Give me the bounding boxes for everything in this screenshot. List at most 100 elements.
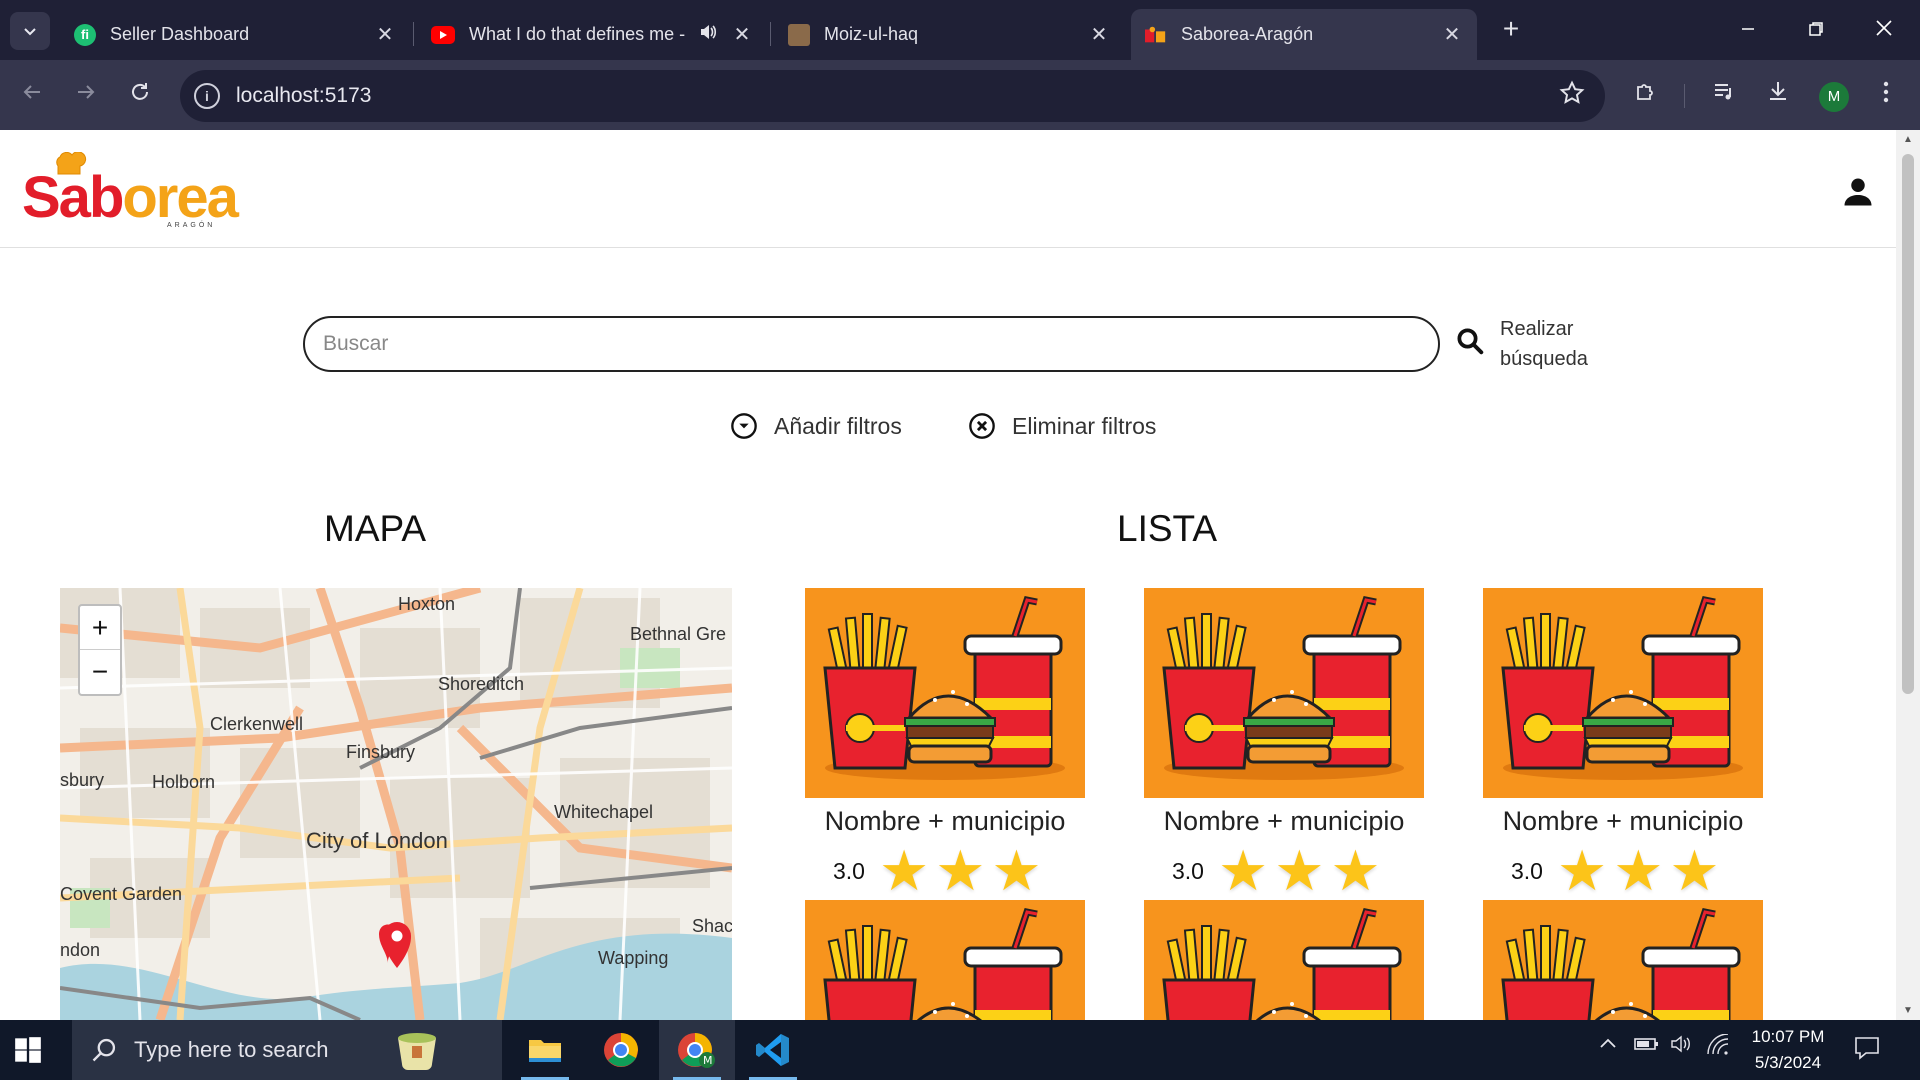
chrome-taskbar-button[interactable] (583, 1020, 659, 1080)
map-label: Bethnal Gre (630, 624, 727, 644)
restaurant-card[interactable]: Nombre + municipio 3.0 ★ ★ ★ (1483, 588, 1763, 899)
map-label: ndon (60, 940, 101, 960)
zoom-out-button[interactable]: − (80, 650, 120, 694)
minimize-window-button[interactable] (1720, 10, 1776, 50)
taskbar-search-box[interactable]: Type here to search (72, 1020, 502, 1080)
map-view[interactable]: + − Hoxton Bethnal Gre Shoreditch Clerke… (60, 588, 732, 1020)
zoom-in-button[interactable]: + (80, 606, 120, 650)
site-header: Saborea ARAGÓN (0, 130, 1896, 248)
restaurant-name: Nombre + municipio (1163, 806, 1405, 836)
search-field-wrapper (303, 316, 1440, 372)
new-tab-button[interactable]: + (1495, 14, 1527, 46)
vscode-taskbar-button[interactable] (735, 1020, 811, 1080)
add-filters-label: Añadir filtros (774, 412, 902, 439)
volume-icon[interactable] (1670, 1034, 1694, 1060)
fiverr-icon: fi (74, 23, 96, 46)
chrome-profile-icon: M (678, 1033, 715, 1068)
search-icon (92, 1038, 116, 1062)
restaurant-card[interactable] (1483, 900, 1763, 1020)
bookmark-star-icon[interactable] (1559, 80, 1585, 113)
restaurant-card[interactable]: Nombre + municipio 3.0 ★ ★ ★ (805, 588, 1085, 899)
tab-seller-dashboard[interactable]: fi Seller Dashboard ✕ (60, 9, 410, 60)
speaker-icon[interactable] (697, 22, 719, 48)
extensions-button[interactable] (1628, 78, 1664, 114)
star-icon: ★ (935, 839, 986, 902)
tab-moiz-ul-haq[interactable]: Moiz-ul-haq ✕ (774, 9, 1124, 60)
map-label: Finsbury (346, 742, 416, 762)
star-icon: ★ (991, 839, 1042, 902)
search-input[interactable] (305, 318, 1438, 370)
close-tab-icon[interactable]: ✕ (1088, 22, 1110, 47)
restaurant-name: Nombre + municipio (824, 806, 1066, 836)
star-icon: ★ (1217, 839, 1269, 902)
search-submit-button[interactable]: Realizar búsqueda (1500, 314, 1620, 374)
svg-text:M: M (703, 1054, 713, 1067)
chevron-down-circle-icon (731, 413, 757, 439)
saborea-icon (1145, 24, 1167, 46)
add-filters-button[interactable]: Añadir filtros (730, 412, 902, 440)
star-icon: ★ (1613, 839, 1664, 902)
rating-value: 3.0 (833, 857, 865, 884)
remove-filters-button[interactable]: Eliminar filtros (968, 412, 1156, 440)
chrome-profile-taskbar-button[interactable]: M (659, 1020, 735, 1080)
puzzle-icon (1637, 84, 1653, 100)
restaurant-image (1483, 588, 1763, 798)
tab-title: Moiz-ul-haq (824, 24, 919, 44)
map-section-title: MAPA (324, 508, 427, 549)
close-window-button[interactable] (1856, 10, 1912, 50)
map-label: Covent Garden (60, 884, 183, 904)
back-button[interactable] (14, 78, 50, 114)
restore-window-button[interactable] (1788, 10, 1844, 50)
map-label: City of London (306, 828, 448, 853)
page-scrollbar[interactable]: ▲ ▼ (1896, 130, 1920, 1020)
restaurant-card[interactable] (805, 900, 1085, 1020)
scroll-down-arrow-icon[interactable]: ▼ (1902, 1005, 1914, 1016)
tab-title: Seller Dashboard (110, 24, 250, 44)
show-hidden-icons-button[interactable] (1598, 1034, 1618, 1060)
tab-saborea-aragon[interactable]: Saborea-Aragón ✕ (1131, 9, 1477, 60)
scroll-up-arrow-icon[interactable]: ▲ (1902, 134, 1914, 145)
url-text[interactable]: localhost:5173 (236, 84, 371, 108)
site-info-icon[interactable]: i (194, 83, 220, 109)
folder-icon (529, 1040, 561, 1062)
map-label: Shac (692, 916, 732, 936)
restaurant-card[interactable] (1144, 900, 1424, 1020)
taskbar-search-placeholder: Type here to search (134, 1037, 329, 1062)
windows-start-icon[interactable] (14, 1036, 42, 1064)
close-tab-icon[interactable]: ✕ (374, 22, 396, 47)
profile-avatar[interactable]: M (1819, 82, 1849, 112)
close-tab-icon[interactable]: ✕ (1441, 22, 1463, 47)
playlist-icon (1715, 84, 1731, 100)
downloads-button[interactable] (1760, 78, 1796, 114)
tab-youtube-video[interactable]: What I do that defines me - ✕ (417, 9, 767, 60)
user-account-icon[interactable] (1840, 174, 1876, 210)
address-bar[interactable]: i localhost:5173 (180, 70, 1605, 122)
file-explorer-taskbar-button[interactable] (507, 1020, 583, 1080)
browser-toolbar: i localhost:5173 M (0, 60, 1920, 130)
browser-menu-button[interactable] (1868, 78, 1904, 114)
restaurant-rating: 3.0 ★ ★ ★ (1483, 843, 1763, 899)
clock-time: 10:07 PM (1751, 1027, 1825, 1046)
restaurant-image (805, 588, 1085, 798)
map-label: Whitechapel (554, 802, 654, 822)
star-icon: ★ (878, 839, 930, 902)
web-page: Saborea ARAGÓN Realizar búsqueda Añadir … (0, 130, 1896, 1020)
saborea-logo[interactable]: Saborea ARAGÓN (22, 152, 239, 230)
reload-button[interactable] (122, 78, 158, 114)
close-tab-icon[interactable]: ✕ (731, 22, 753, 47)
search-icon[interactable] (1455, 326, 1485, 356)
taskbar-clock[interactable]: 10:07 PM 5/3/2024 (1748, 1024, 1828, 1076)
arrow-left-icon (23, 85, 40, 99)
arrow-right-icon (78, 85, 95, 99)
restaurant-rating: 3.0 ★ ★ ★ (1144, 843, 1424, 899)
notifications-icon[interactable] (1854, 1036, 1880, 1066)
forward-button[interactable] (68, 78, 104, 114)
battery-icon[interactable] (1634, 1034, 1660, 1060)
media-controls-button[interactable] (1706, 78, 1742, 114)
map-zoom-control: + − (78, 604, 122, 696)
restaurant-card[interactable]: Nombre + municipio 3.0 ★ ★ ★ (1144, 588, 1424, 899)
logo-subtitle: ARAGÓN (167, 222, 216, 229)
tab-search-dropdown-button[interactable] (10, 12, 50, 50)
scrollbar-thumb[interactable] (1902, 154, 1914, 694)
wifi-icon[interactable] (1706, 1033, 1730, 1062)
